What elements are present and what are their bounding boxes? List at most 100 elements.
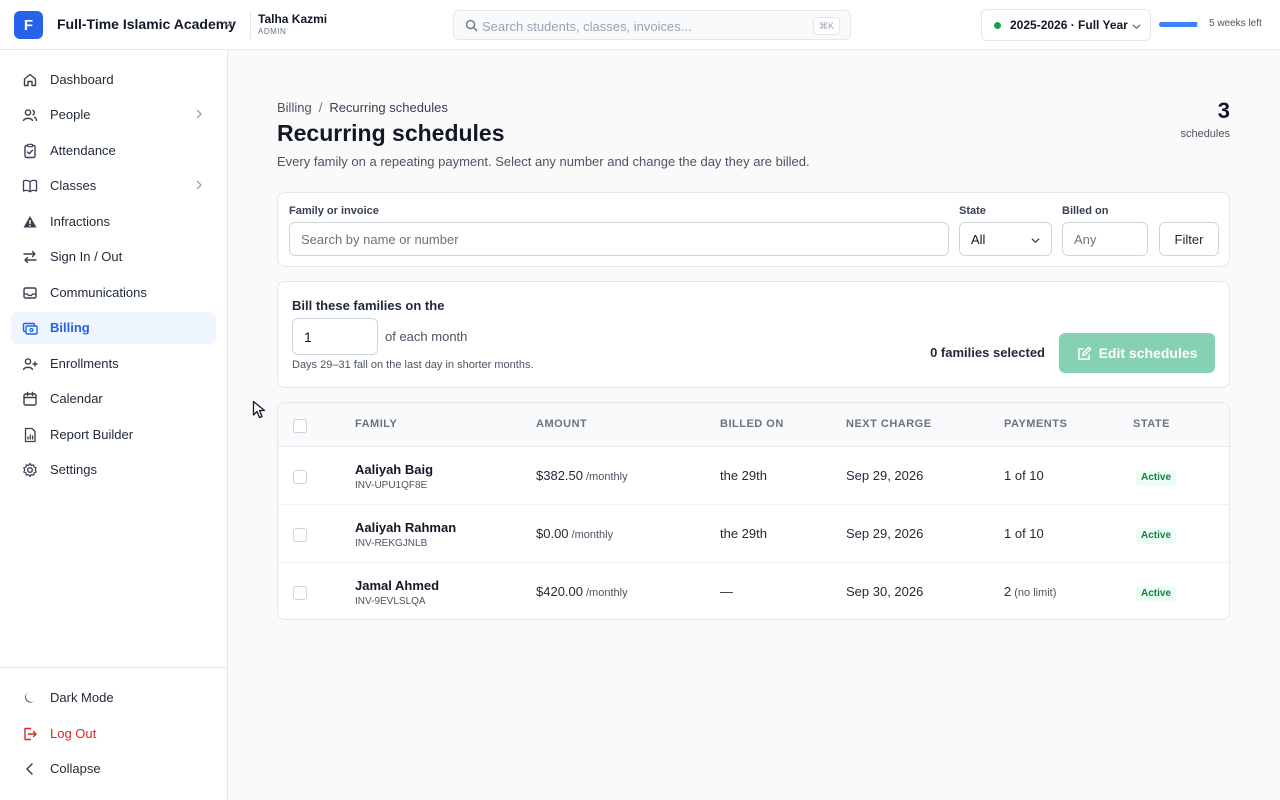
users-icon bbox=[22, 109, 38, 122]
sidebar-item-communications[interactable]: Communications bbox=[11, 277, 216, 309]
user-plus-icon bbox=[22, 358, 38, 371]
sidebar-item-label: Billing bbox=[50, 320, 90, 335]
org-name[interactable]: Full-Time Islamic Academy bbox=[57, 16, 236, 32]
page-subtitle: Every family on a repeating payment. Sel… bbox=[277, 154, 810, 169]
payments-value: 1 of 10 bbox=[1004, 468, 1044, 483]
sidebar-item-sign-in-out[interactable]: Sign In / Out bbox=[11, 241, 216, 273]
row-checkbox[interactable] bbox=[293, 528, 307, 542]
edit-schedules-label: Edit schedules bbox=[1098, 345, 1198, 361]
state-filter-label: State bbox=[959, 205, 986, 217]
chevron-down-icon[interactable] bbox=[222, 18, 234, 30]
home-icon bbox=[23, 73, 37, 87]
column-header-payments[interactable]: PAYMENTS bbox=[1004, 418, 1067, 430]
filter-button[interactable]: Filter bbox=[1159, 222, 1219, 256]
weeks-left-label: 5 weeks left bbox=[1209, 18, 1262, 29]
sidebar-item-label: Infractions bbox=[50, 214, 110, 229]
amount-period: /monthly bbox=[571, 529, 614, 541]
bill-day-input[interactable] bbox=[292, 318, 378, 355]
sidebar-item-people[interactable]: People bbox=[11, 99, 216, 131]
family-name[interactable]: Aaliyah Baig bbox=[355, 462, 433, 477]
table-row[interactable]: Aaliyah Baig INV-UPU1QF8E $382.50/monthl… bbox=[278, 447, 1229, 505]
family-name[interactable]: Jamal Ahmed bbox=[355, 578, 439, 593]
status-dot bbox=[994, 22, 1001, 29]
chevron-right-icon bbox=[196, 180, 202, 190]
sidebar-divider bbox=[0, 667, 227, 668]
column-header-family[interactable]: FAMILY bbox=[355, 418, 397, 430]
next-charge-cell: Sep 29, 2026 bbox=[846, 526, 924, 541]
billed-on-input[interactable] bbox=[1062, 222, 1148, 256]
state-select-value: All bbox=[971, 232, 986, 247]
billed-on-cell: the 29th bbox=[720, 526, 767, 541]
school-year-selector[interactable]: 2025-2026 · Full Year bbox=[981, 9, 1151, 41]
chevron-down-icon bbox=[1132, 24, 1141, 29]
user-role: ADMIN bbox=[258, 27, 287, 36]
sidebar-item-label: Attendance bbox=[50, 143, 116, 158]
user-name[interactable]: Talha Kazmi bbox=[258, 12, 327, 26]
warning-icon bbox=[23, 216, 37, 228]
schedule-count: 3 bbox=[1217, 98, 1230, 123]
table-header: FAMILY AMOUNT BILLED ON NEXT CHARGE PAYM… bbox=[278, 403, 1229, 447]
column-header-billed-on[interactable]: BILLED ON bbox=[720, 418, 784, 430]
family-filter-label: Family or invoice bbox=[289, 205, 379, 217]
search-icon bbox=[465, 19, 478, 32]
payments-cell: 1 of 10 bbox=[1004, 468, 1047, 483]
column-header-state[interactable]: STATE bbox=[1133, 418, 1170, 430]
row-checkbox[interactable] bbox=[293, 586, 307, 600]
gear-icon bbox=[23, 462, 37, 478]
clipboard-icon bbox=[24, 143, 36, 159]
sidebar-item-infractions[interactable]: Infractions bbox=[11, 206, 216, 238]
column-header-amount[interactable]: AMOUNT bbox=[536, 418, 587, 430]
table-row[interactable]: Jamal Ahmed INV-9EVLSLQA $420.00/monthly… bbox=[278, 563, 1229, 619]
selected-count: 0 families selected bbox=[930, 345, 1045, 360]
amount-value: $420.00 bbox=[536, 584, 583, 599]
org-logo[interactable]: F bbox=[14, 11, 43, 39]
family-search-input[interactable] bbox=[289, 222, 949, 256]
payments-value: 1 of 10 bbox=[1004, 526, 1044, 541]
mouse-cursor-icon bbox=[252, 400, 266, 419]
status-badge: Active bbox=[1136, 528, 1177, 544]
breadcrumb-current: Recurring schedules bbox=[329, 100, 448, 115]
family-name[interactable]: Aaliyah Rahman bbox=[355, 520, 456, 535]
calendar-icon bbox=[23, 391, 37, 406]
global-search-input[interactable] bbox=[482, 15, 812, 37]
term-progress-bar bbox=[1159, 22, 1199, 27]
logout-icon bbox=[24, 727, 37, 741]
sidebar-item-label: Enrollments bbox=[50, 356, 119, 371]
row-checkbox[interactable] bbox=[293, 470, 307, 484]
amount-cell: $0.00/monthly bbox=[536, 526, 613, 541]
logout-button[interactable]: Log Out bbox=[11, 718, 216, 750]
sidebar-item-attendance[interactable]: Attendance bbox=[11, 135, 216, 167]
column-header-next-charge[interactable]: NEXT CHARGE bbox=[846, 418, 932, 430]
sidebar-item-billing[interactable]: Billing bbox=[11, 312, 216, 344]
sidebar-item-settings[interactable]: Settings bbox=[11, 454, 216, 486]
collapse-button[interactable]: Collapse bbox=[11, 753, 216, 785]
billing-icon bbox=[22, 322, 38, 335]
sidebar-item-classes[interactable]: Classes bbox=[11, 170, 216, 202]
edit-icon bbox=[1077, 346, 1091, 360]
filter-panel: Family or invoice State All Billed on Fi… bbox=[277, 192, 1230, 267]
sidebar-item-report-builder[interactable]: Report Builder bbox=[11, 419, 216, 451]
divider bbox=[250, 11, 251, 39]
billed-on-filter-label: Billed on bbox=[1062, 205, 1109, 217]
sidebar-item-enrollments[interactable]: Enrollments bbox=[11, 348, 216, 380]
school-year-label: 2025-2026 · Full Year bbox=[1010, 18, 1128, 32]
edit-schedules-button[interactable]: Edit schedules bbox=[1059, 333, 1215, 373]
state-select[interactable]: All bbox=[959, 222, 1052, 256]
next-charge-cell: Sep 30, 2026 bbox=[846, 584, 924, 599]
amount-period: /monthly bbox=[586, 587, 628, 599]
table-row[interactable]: Aaliyah Rahman INV-REKGJNLB $0.00/monthl… bbox=[278, 505, 1229, 563]
page-title: Recurring schedules bbox=[277, 120, 505, 146]
chevron-down-icon bbox=[1031, 238, 1040, 243]
breadcrumb-billing[interactable]: Billing bbox=[277, 100, 312, 115]
global-search[interactable]: ⌘K bbox=[453, 10, 851, 40]
dark-mode-toggle[interactable]: Dark Mode bbox=[11, 682, 216, 714]
sidebar-item-label: Communications bbox=[50, 285, 147, 300]
sidebar-item-calendar[interactable]: Calendar bbox=[11, 383, 216, 415]
select-all-checkbox[interactable] bbox=[293, 419, 307, 433]
billed-on-cell: the 29th bbox=[720, 468, 767, 483]
amount-period: /monthly bbox=[586, 471, 628, 483]
top-bar: F Full-Time Islamic Academy Talha Kazmi … bbox=[0, 0, 1280, 50]
bill-day-suffix: of each month bbox=[385, 329, 468, 344]
amount-cell: $382.50/monthly bbox=[536, 468, 628, 483]
sidebar-item-dashboard[interactable]: Dashboard bbox=[11, 64, 216, 96]
